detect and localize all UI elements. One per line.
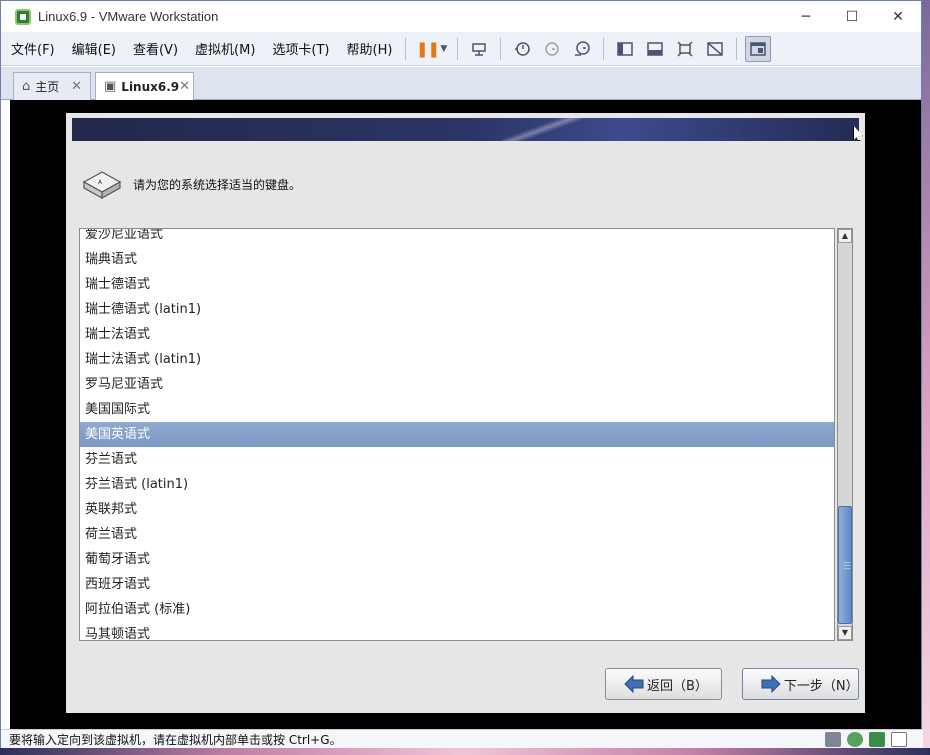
unity-icon[interactable] (642, 36, 668, 62)
toolbar-separator (500, 37, 502, 60)
menu-bar: 文件(F) 编辑(E) 查看(V) 虚拟机(M) 选项卡(T) 帮助(H) ❚❚… (1, 32, 921, 66)
menu-vm[interactable]: 虚拟机(M) (185, 32, 262, 66)
menu-help[interactable]: 帮助(H) (337, 32, 400, 66)
stretch-icon[interactable] (702, 36, 728, 62)
arrow-left-icon (624, 675, 644, 693)
tab-bar: ⌂ 主页 ✕ ▣ Linux6.9 ✕ (1, 67, 921, 100)
scroll-thumb[interactable]: — — — (838, 506, 852, 624)
list-item[interactable]: 瑞士德语式 (80, 272, 834, 297)
vm-console[interactable]: A 请为您的系统选择适当的键盘。 爱沙尼亚语式 瑞典语式 瑞士德语式 瑞士德语式… (10, 100, 921, 729)
back-button-label: 返回（B） (647, 678, 708, 694)
list-item[interactable]: 罗马尼亚语式 (80, 372, 834, 397)
chevron-down-icon[interactable]: ▼ (440, 44, 447, 54)
hard-disk-icon[interactable] (825, 732, 841, 747)
message-log-icon[interactable] (891, 732, 907, 747)
tab-linux69-label: Linux6.9 (121, 79, 180, 94)
snapshot-icon[interactable] (509, 36, 535, 62)
next-button[interactable]: 下一步（N） (742, 668, 859, 700)
toolbar-separator (736, 37, 738, 60)
maximize-button[interactable]: ☐ (829, 1, 875, 32)
scroll-up-icon[interactable]: ▲ (838, 229, 852, 243)
list-item[interactable]: 美国国际式 (80, 397, 834, 422)
grip-icon: — — — (843, 558, 851, 573)
installer-screen[interactable]: A 请为您的系统选择适当的键盘。 爱沙尼亚语式 瑞典语式 瑞士德语式 瑞士德语式… (66, 113, 865, 713)
arrow-right-icon (761, 675, 781, 693)
menu-edit[interactable]: 编辑(E) (62, 32, 123, 66)
vm-icon: ▣ (104, 79, 117, 94)
vmware-app-icon (15, 8, 31, 25)
home-icon: ⌂ (22, 79, 31, 94)
list-item[interactable]: 阿拉伯语式 (标准) (80, 597, 834, 622)
back-button[interactable]: 返回（B） (605, 668, 722, 700)
keyboard-layout-list[interactable]: 爱沙尼亚语式 瑞典语式 瑞士德语式 瑞士德语式 (latin1) 瑞士法语式 瑞… (79, 228, 835, 641)
toolbar-separator (405, 37, 407, 60)
scroll-down-icon[interactable]: ▼ (838, 626, 852, 640)
menu-file[interactable]: 文件(F) (1, 32, 62, 66)
cd-rom-icon[interactable] (847, 732, 863, 747)
tab-linux69[interactable]: ▣ Linux6.9 ✕ (95, 72, 194, 100)
next-button-label: 下一步（N） (783, 678, 859, 694)
close-icon[interactable]: ✕ (71, 79, 82, 94)
list-item[interactable]: 瑞士法语式 (80, 322, 834, 347)
status-bar: 要将输入定向到该虚拟机，请在虚拟机内部单击或按 Ctrl+G。 (1, 729, 923, 749)
tab-home[interactable]: ⌂ 主页 ✕ (13, 72, 91, 100)
window-title: Linux6.9 - VMware Workstation (38, 9, 219, 24)
pause-icon[interactable]: ❚❚ (414, 36, 440, 62)
list-item[interactable]: 葡萄牙语式 (80, 547, 834, 572)
list-item[interactable]: 西班牙语式 (80, 572, 834, 597)
fullscreen-icon[interactable] (672, 36, 698, 62)
status-text: 要将输入定向到该虚拟机，请在虚拟机内部单击或按 Ctrl+G。 (9, 733, 342, 747)
send-ctrl-alt-del-icon[interactable] (466, 36, 492, 62)
toolbar-separator (457, 37, 459, 60)
list-item[interactable]: 芬兰语式 (80, 447, 834, 472)
list-item[interactable]: 爱沙尼亚语式 (80, 229, 834, 247)
menu-tabs[interactable]: 选项卡(T) (262, 32, 336, 66)
menu-view[interactable]: 查看(V) (123, 32, 185, 66)
revert-snapshot-icon[interactable] (539, 36, 565, 62)
list-item-selected[interactable]: 美国英语式 (80, 422, 834, 447)
title-bar: Linux6.9 - VMware Workstation ─ ☐ ✕ (1, 1, 921, 32)
installer-banner (72, 118, 859, 141)
keyboard-icon: A (80, 168, 124, 204)
list-item[interactable]: 瑞士德语式 (latin1) (80, 297, 834, 322)
close-button[interactable]: ✕ (875, 1, 921, 32)
list-item[interactable]: 英联邦式 (80, 497, 834, 522)
toolbar-separator (603, 37, 605, 60)
console-view-icon[interactable] (612, 36, 638, 62)
library-icon[interactable] (745, 35, 772, 62)
list-scrollbar[interactable]: ▲ — — — ▼ (837, 228, 853, 641)
device-icons (819, 732, 907, 747)
minimize-button[interactable]: ─ (783, 1, 829, 32)
window-controls: ─ ☐ ✕ (783, 1, 921, 32)
desktop-wallpaper (0, 748, 930, 755)
keyboard-prompt: 请为您的系统选择适当的键盘。 (133, 178, 302, 192)
list-item[interactable]: 马其顿语式 (80, 622, 834, 640)
snapshot-manager-icon[interactable] (569, 36, 595, 62)
network-adapter-icon[interactable] (869, 732, 885, 747)
vmware-window: Linux6.9 - VMware Workstation ─ ☐ ✕ 文件(F… (0, 0, 923, 749)
close-icon[interactable]: ✕ (179, 79, 190, 94)
tab-home-label: 主页 (35, 80, 60, 94)
list-item[interactable]: 瑞典语式 (80, 247, 834, 272)
list-item[interactable]: 瑞士法语式 (latin1) (80, 347, 834, 372)
list-item[interactable]: 荷兰语式 (80, 522, 834, 547)
list-item[interactable]: 芬兰语式 (latin1) (80, 472, 834, 497)
